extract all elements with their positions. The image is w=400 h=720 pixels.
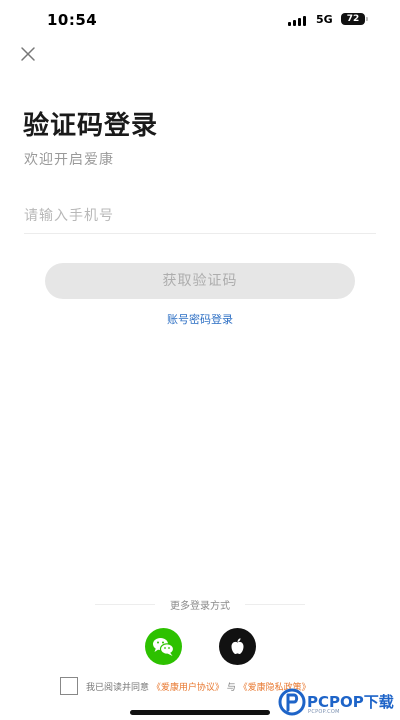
phone-input[interactable] xyxy=(24,199,376,234)
signal-icon xyxy=(288,15,310,26)
network-type: 5G xyxy=(316,13,333,26)
agreement-connector: 与 xyxy=(226,683,236,693)
battery-tip xyxy=(366,17,368,21)
page-subtitle: 欢迎开启爱康 xyxy=(24,152,114,168)
page-title: 验证码登录 xyxy=(23,111,159,141)
close-button[interactable] xyxy=(17,43,39,65)
wechat-login-button[interactable] xyxy=(145,628,182,665)
watermark-sub: PCPOP.COM xyxy=(308,709,340,715)
more-login-label: 更多登录方式 xyxy=(170,601,230,612)
apple-login-button[interactable] xyxy=(219,628,256,665)
watermark: PCPOP下载 PCPOP.COM xyxy=(278,688,398,718)
divider-right xyxy=(245,604,305,605)
agreement-text: 我已阅读并同意 《爱康用户协议》 与 《爱康隐私政策》 xyxy=(86,680,311,693)
apple-icon xyxy=(231,638,244,654)
user-agreement-link[interactable]: 《爱康用户协议》 xyxy=(152,683,224,693)
home-indicator xyxy=(130,710,270,715)
get-code-button[interactable]: 获取验证码 xyxy=(45,263,355,299)
watermark-logo-icon xyxy=(278,688,306,716)
status-time: 10:54 xyxy=(47,11,98,29)
password-login-link[interactable]: 账号密码登录 xyxy=(0,311,400,327)
status-bar: 10:54 5G 72 xyxy=(0,0,400,40)
battery-icon: 72 xyxy=(341,13,365,25)
close-icon xyxy=(21,47,35,61)
agreement-checkbox[interactable] xyxy=(60,677,78,695)
wechat-icon xyxy=(153,638,175,656)
agreement-prefix: 我已阅读并同意 xyxy=(86,683,150,693)
